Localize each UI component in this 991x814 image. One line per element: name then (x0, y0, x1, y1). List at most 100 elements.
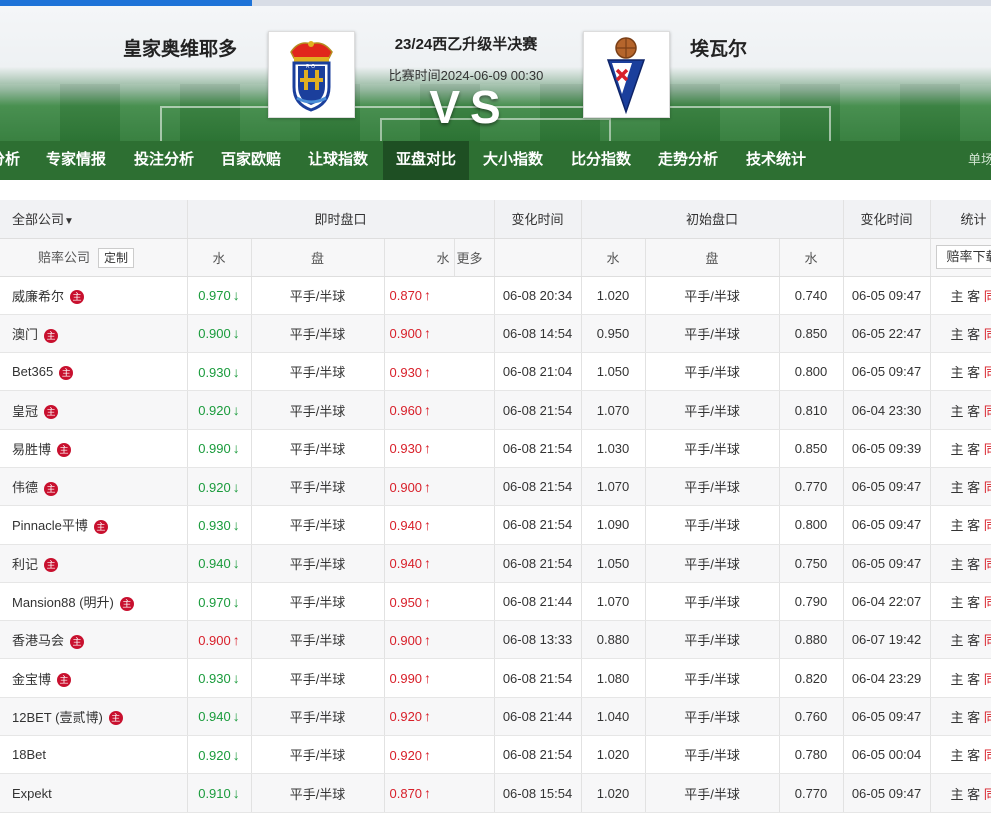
live-home-water[interactable]: 0.940 ↓ (187, 544, 252, 583)
stat-away-link[interactable]: 客 (967, 633, 980, 648)
nav-item-tech-stats[interactable]: 技术统计 (733, 141, 819, 180)
live-home-water[interactable]: 0.970 ↓ (187, 276, 252, 315)
stat-home-link[interactable]: 主 (951, 518, 964, 533)
company-name[interactable]: 金宝博 (12, 672, 51, 687)
live-home-water[interactable]: 0.910 ↓ (187, 773, 252, 813)
stat-home-link[interactable]: 主 (951, 710, 964, 725)
company-cell[interactable]: 18Bet (0, 735, 188, 775)
stat-away-link[interactable]: 客 (967, 787, 980, 802)
table-row[interactable]: Pinnacle平博主 0.930 ↓ 平手/半球 0.940 ↑ 06-08 21:54 1… (0, 505, 991, 545)
stat-away-link[interactable]: 客 (967, 710, 980, 725)
company-cell[interactable]: Mansion88 (明升) 主 (0, 582, 188, 622)
stat-home-link[interactable]: 主 (951, 442, 964, 457)
stat-home-link[interactable]: 主 (951, 633, 964, 648)
company-cell[interactable]: 皇冠主 (0, 390, 188, 430)
live-home-water[interactable]: 0.990 ↓ (187, 429, 252, 468)
nav-item-analysis[interactable]: 分析 (0, 141, 24, 180)
company-cell[interactable]: Pinnacle平博主 (0, 505, 188, 545)
live-home-water[interactable]: 0.920 ↓ (187, 390, 252, 430)
stat-same-link[interactable]: 同 (984, 480, 991, 495)
stat-away-link[interactable]: 客 (967, 557, 980, 572)
custom-button[interactable]: 定制 (98, 247, 135, 268)
table-row[interactable]: 利记主 0.940 ↓ 平手/半球 0.940 ↑ 06-08 21:54 1.050 平手/半… (0, 544, 991, 583)
away-team-logo[interactable]: S.D.EIBAR (583, 31, 670, 118)
nav-item-score-index[interactable]: 比分指数 (558, 141, 644, 180)
home-team-name[interactable]: 皇家奥维耶多 (123, 34, 237, 61)
stat-home-link[interactable]: 主 (951, 557, 964, 572)
company-name[interactable]: Bet365 (12, 364, 53, 379)
company-cell[interactable]: 利记主 (0, 544, 188, 583)
stat-same-link[interactable]: 同 (984, 518, 991, 533)
company-name[interactable]: 利记 (12, 557, 38, 572)
live-away-water[interactable]: 0.950 ↑ (384, 582, 495, 622)
odds-download-button[interactable]: 赔率下载 (935, 245, 991, 269)
company-filter[interactable]: 全部公司▼ (0, 200, 188, 239)
table-row[interactable]: 香港马会主 0.900 ↑ 平手/半球 0.900 ↑ 06-08 13:33 0.880 平手… (0, 620, 991, 660)
live-away-water[interactable]: 0.900 ↑ (384, 620, 495, 660)
live-away-water[interactable]: 0.900 ↑ (384, 314, 495, 354)
table-row[interactable]: 威廉希尔主 0.970 ↓ 平手/半球 0.870 ↑ 06-08 20:34 1.020 平手… (0, 276, 991, 315)
table-row[interactable]: 皇冠主 0.920 ↓ 平手/半球 0.960 ↑ 06-08 21:54 1.070 平手/半… (0, 390, 991, 430)
table-row[interactable]: 伟德主 0.920 ↓ 平手/半球 0.900 ↑ 06-08 21:54 1.070 平手/半… (0, 467, 991, 507)
company-cell[interactable]: 威廉希尔主 (0, 276, 188, 315)
stat-same-link[interactable]: 同 (984, 442, 991, 457)
stat-same-link[interactable]: 同 (984, 595, 991, 610)
company-name[interactable]: 皇冠 (12, 404, 38, 419)
home-team-logo[interactable]: R O (268, 31, 355, 118)
company-name[interactable]: Pinnacle平博 (12, 518, 88, 533)
stat-away-link[interactable]: 客 (967, 365, 980, 380)
table-row[interactable]: 金宝博主 0.930 ↓ 平手/半球 0.990 ↑ 06-08 21:54 1.080 平手/… (0, 658, 991, 698)
live-away-water[interactable]: 0.940 ↑ (384, 505, 495, 545)
company-name[interactable]: Mansion88 (明升) (12, 595, 114, 610)
live-home-water[interactable]: 0.940 ↓ (187, 697, 252, 737)
stat-home-link[interactable]: 主 (951, 404, 964, 419)
table-row[interactable]: 易胜博主 0.990 ↓ 平手/半球 0.930 ↑ 06-08 21:54 1.030 平手/… (0, 429, 991, 468)
nav-item-betting[interactable]: 投注分析 (121, 141, 207, 180)
stat-same-link[interactable]: 同 (984, 672, 991, 687)
live-away-water[interactable]: 0.870 ↑ (384, 773, 495, 813)
company-cell[interactable]: 伟德主 (0, 467, 188, 507)
stat-same-link[interactable]: 同 (984, 710, 991, 725)
stat-away-link[interactable]: 客 (967, 480, 980, 495)
table-row[interactable]: Expekt 0.910 ↓ 平手/半球 0.870 ↑ 06-08 15:54 1.020 平… (0, 773, 991, 813)
company-cell[interactable]: 易胜博主 (0, 429, 188, 468)
stat-home-link[interactable]: 主 (951, 595, 964, 610)
single-match-link[interactable]: 单场 (968, 141, 991, 180)
company-name[interactable]: 威廉希尔 (12, 289, 64, 304)
stat-away-link[interactable]: 客 (967, 672, 980, 687)
stat-away-link[interactable]: 客 (967, 442, 980, 457)
company-cell[interactable]: 香港马会主 (0, 620, 188, 660)
nav-item-expert[interactable]: 专家情报 (33, 141, 119, 180)
stat-home-link[interactable]: 主 (951, 480, 964, 495)
stat-home-link[interactable]: 主 (951, 748, 964, 763)
company-name[interactable]: Expekt (12, 786, 52, 801)
more-link[interactable]: 更多 (454, 238, 495, 277)
table-row[interactable]: Bet365 主 0.930 ↓ 平手/半球 0.930 ↑ 06-08 21:04 1.050… (0, 352, 991, 392)
live-away-water[interactable]: 0.920 ↑ (384, 735, 495, 775)
company-name[interactable]: 18Bet (12, 747, 46, 762)
stat-same-link[interactable]: 同 (984, 557, 991, 572)
live-away-water[interactable]: 0.870 ↑ (384, 276, 495, 315)
stat-home-link[interactable]: 主 (951, 327, 964, 342)
stat-home-link[interactable]: 主 (951, 289, 964, 304)
nav-item-asian-compare[interactable]: 亚盘对比 (383, 141, 469, 180)
stat-away-link[interactable]: 客 (967, 289, 980, 304)
table-row[interactable]: 澳门主 0.900 ↓ 平手/半球 0.900 ↑ 06-08 14:54 0.950 平手/半… (0, 314, 991, 354)
company-cell[interactable]: 澳门主 (0, 314, 188, 354)
live-away-water[interactable]: 0.920 ↑ (384, 697, 495, 737)
company-name[interactable]: 澳门 (12, 327, 38, 342)
company-name[interactable]: 易胜博 (12, 442, 51, 457)
stat-away-link[interactable]: 客 (967, 595, 980, 610)
company-cell[interactable]: 金宝博主 (0, 658, 188, 698)
stat-away-link[interactable]: 客 (967, 748, 980, 763)
nav-item-euro-odds[interactable]: 百家欧赔 (208, 141, 294, 180)
stat-home-link[interactable]: 主 (951, 787, 964, 802)
table-row[interactable]: Mansion88 (明升) 主 0.970 ↓ 平手/半球 0.950 ↑ 06-08 21… (0, 582, 991, 622)
stat-same-link[interactable]: 同 (984, 787, 991, 802)
live-away-water[interactable]: 0.930 ↑ (384, 429, 495, 468)
stat-same-link[interactable]: 同 (984, 365, 991, 380)
live-away-water[interactable]: 0.930 ↑ (384, 352, 495, 392)
stat-away-link[interactable]: 客 (967, 404, 980, 419)
stat-same-link[interactable]: 同 (984, 748, 991, 763)
live-away-water[interactable]: 0.960 ↑ (384, 390, 495, 430)
